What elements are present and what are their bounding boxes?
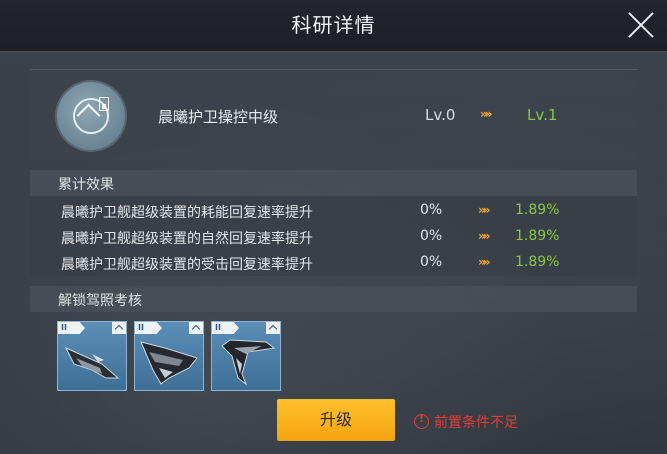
tier-badge: II bbox=[135, 322, 162, 334]
interceptor-ship-icon bbox=[221, 339, 276, 386]
effect-row: 晨曦护卫舰超级装置的自然回复速率提升 0% »» 1.89% bbox=[30, 224, 637, 248]
cruiser-ship-icon bbox=[140, 341, 198, 385]
effects-header: 累计效果 bbox=[30, 170, 637, 196]
effect-to: 1.89% bbox=[515, 228, 560, 244]
frigate-ship-icon bbox=[64, 346, 120, 379]
ship-card-interceptor[interactable]: II bbox=[211, 321, 281, 391]
research-skill-icon bbox=[57, 82, 125, 150]
effects-title: 累计效果 bbox=[58, 177, 114, 193]
ship-card-frigate[interactable]: II bbox=[57, 321, 127, 391]
effect-label: 晨曦护卫舰超级装置的受击回复速率提升 bbox=[61, 257, 313, 273]
warning-text: 前置条件不足 bbox=[434, 415, 518, 431]
effect-arrow-icon: »» bbox=[478, 255, 490, 269]
tier-badge: II bbox=[212, 322, 239, 334]
effect-row: 晨曦护卫舰超级装置的耗能回复速率提升 0% »» 1.89% bbox=[30, 198, 637, 222]
effect-arrow-icon: »» bbox=[478, 203, 490, 217]
chevron-up-icon bbox=[189, 322, 203, 334]
unlock-ship-list: II II II bbox=[30, 312, 637, 394]
upgrade-button[interactable]: 升级 bbox=[277, 399, 395, 441]
unlock-title: 解锁驾照考核 bbox=[58, 293, 142, 309]
page-title: 科研详情 bbox=[291, 13, 376, 37]
effect-to: 1.89% bbox=[515, 254, 560, 270]
level-from: Lv.0 bbox=[425, 106, 456, 124]
chevron-up-icon bbox=[112, 322, 126, 334]
level-arrow-icon: »» bbox=[480, 107, 492, 121]
warning-icon bbox=[414, 412, 429, 429]
research-name: 晨曦护卫操控中级 bbox=[158, 108, 279, 126]
effect-label: 晨曦护卫舰超级装置的自然回复速率提升 bbox=[61, 231, 313, 247]
unlock-header: 解锁驾照考核 bbox=[30, 286, 637, 312]
research-panel: 晨曦护卫操控中级 Lv.0 »» Lv.1 bbox=[30, 69, 637, 161]
title-bar: 科研详情 bbox=[0, 0, 667, 52]
effect-label: 晨曦护卫舰超级装置的耗能回复速率提升 bbox=[61, 205, 313, 221]
effect-from: 0% bbox=[420, 228, 443, 244]
effect-from: 0% bbox=[420, 202, 443, 218]
effect-from: 0% bbox=[420, 254, 443, 270]
ship-card-cruiser[interactable]: II bbox=[134, 321, 204, 391]
close-icon[interactable] bbox=[627, 11, 655, 39]
effect-arrow-icon: »» bbox=[478, 229, 490, 243]
effects-list: 晨曦护卫舰超级装置的耗能回复速率提升 0% »» 1.89% 晨曦护卫舰超级装置… bbox=[30, 196, 637, 276]
tier-badge: II bbox=[58, 322, 85, 334]
effect-row: 晨曦护卫舰超级装置的受击回复速率提升 0% »» 1.89% bbox=[30, 250, 637, 274]
chevron-up-icon bbox=[266, 322, 280, 334]
effect-to: 1.89% bbox=[515, 202, 560, 218]
level-to: Lv.1 bbox=[527, 106, 558, 124]
prerequisite-warning: 前置条件不足 bbox=[414, 412, 518, 432]
